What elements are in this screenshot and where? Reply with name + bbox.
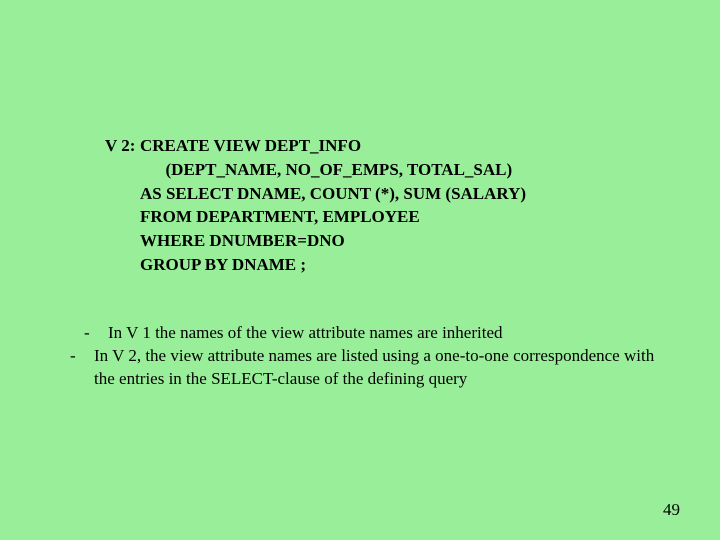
code-line-1: V 2:CREATE VIEW DEPT_INFO: [105, 134, 526, 158]
note-2: - In V 2, the view attribute names are l…: [70, 345, 660, 391]
code-line-5: WHERE DNUMBER=DNO: [105, 229, 526, 253]
code-line-4: FROM DEPARTMENT, EMPLOYEE: [105, 205, 526, 229]
slide: V 2:CREATE VIEW DEPT_INFO (DEPT_NAME, NO…: [0, 0, 720, 540]
sql-code-block: V 2:CREATE VIEW DEPT_INFO (DEPT_NAME, NO…: [105, 134, 526, 277]
notes-block: - In V 1 the names of the view attribute…: [70, 322, 660, 391]
code-text-2: (DEPT_NAME, NO_OF_EMPS, TOTAL_SAL): [140, 160, 512, 179]
code-label: V 2:: [105, 134, 140, 158]
bullet-dash: -: [70, 345, 94, 391]
code-line-3: AS SELECT DNAME, COUNT (*), SUM (SALARY): [105, 182, 526, 206]
code-text-1: CREATE VIEW DEPT_INFO: [140, 136, 361, 155]
bullet-dash: -: [84, 322, 108, 345]
code-text-5: WHERE DNUMBER=DNO: [140, 231, 345, 250]
note-2-text: In V 2, the view attribute names are lis…: [94, 345, 660, 391]
code-line-6: GROUP BY DNAME ;: [105, 253, 526, 277]
code-line-2: (DEPT_NAME, NO_OF_EMPS, TOTAL_SAL): [105, 158, 526, 182]
code-text-6: GROUP BY DNAME ;: [140, 255, 306, 274]
page-number: 49: [663, 500, 680, 520]
note-1-text: In V 1 the names of the view attribute n…: [108, 322, 660, 345]
note-1: - In V 1 the names of the view attribute…: [84, 322, 660, 345]
code-text-4: FROM DEPARTMENT, EMPLOYEE: [140, 207, 420, 226]
code-text-3: AS SELECT DNAME, COUNT (*), SUM (SALARY): [140, 184, 526, 203]
